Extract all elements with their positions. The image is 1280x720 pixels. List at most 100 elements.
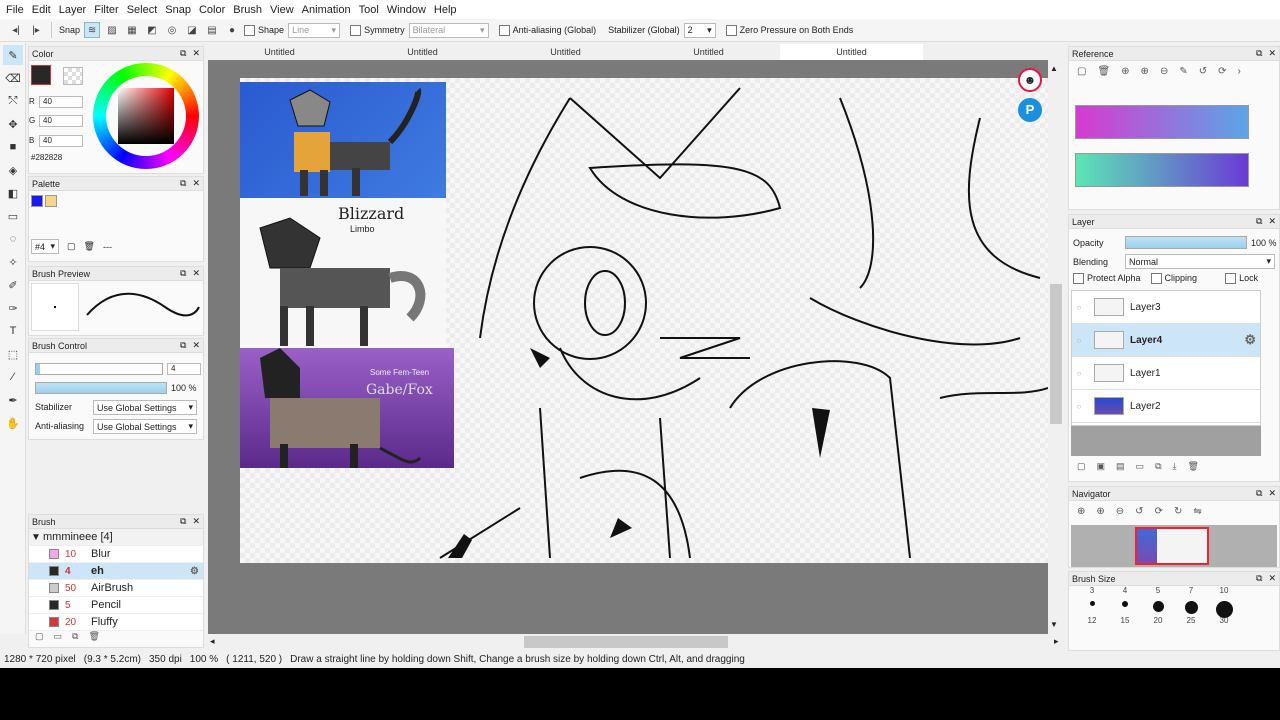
brush-size-4[interactable]: 4 xyxy=(1112,586,1138,609)
menu-layer[interactable]: Layer xyxy=(55,4,91,16)
float-icon[interactable]: ⧉ xyxy=(180,516,186,527)
new-palette-icon[interactable]: ▢ xyxy=(67,241,76,252)
visibility-icon[interactable]: ○ xyxy=(1072,303,1086,312)
navigator-viewport[interactable] xyxy=(1135,527,1209,565)
magic-wand-icon[interactable]: ✧ xyxy=(3,252,23,272)
menu-view[interactable]: View xyxy=(266,4,298,16)
close-icon[interactable]: ✕ xyxy=(192,516,200,527)
nav-zoom-in-icon[interactable]: ⊕ xyxy=(1077,506,1085,517)
symmetry-toggle[interactable]: Symmetry xyxy=(350,24,405,36)
copy-layer-icon[interactable]: ⧉ xyxy=(1155,461,1161,472)
brush-size-15[interactable]: 15 xyxy=(1112,616,1138,625)
tab-untitled-4[interactable]: Untitled xyxy=(637,44,780,60)
brush-size-20[interactable]: 20 xyxy=(1145,616,1171,625)
brush-size-30[interactable]: 30 xyxy=(1211,616,1237,625)
background-color-swatch[interactable] xyxy=(63,67,83,85)
new-layer-icon[interactable]: ▢ xyxy=(1077,461,1086,472)
brush-size-7[interactable]: 7 xyxy=(1178,586,1204,616)
clipping-checkbox[interactable] xyxy=(1150,273,1162,285)
float-icon[interactable]: ⧉ xyxy=(180,48,186,59)
shape-toggle[interactable]: Shape xyxy=(244,24,284,36)
shape-select[interactable]: Line ▾ xyxy=(288,22,341,38)
select-rect-tool-icon[interactable]: ▭ xyxy=(3,206,23,226)
eyedropper-icon[interactable]: ✎ xyxy=(1179,66,1187,77)
new-folder-icon[interactable]: ▭ xyxy=(1136,461,1145,472)
foreground-color-swatch[interactable] xyxy=(31,65,51,85)
move-tool-icon[interactable]: ✥ xyxy=(3,114,23,134)
menu-edit[interactable]: Edit xyxy=(28,4,55,16)
protect-alpha-toggle[interactable]: Protect Alpha xyxy=(1073,273,1141,285)
menu-brush[interactable]: Brush xyxy=(229,4,266,16)
tab-untitled-5[interactable]: Untitled xyxy=(780,44,923,60)
menu-tool[interactable]: Tool xyxy=(355,4,383,16)
brush-size-field[interactable]: 4 xyxy=(167,363,201,375)
brush-size-12[interactable]: 12 xyxy=(1079,616,1105,625)
lock-toggle[interactable]: Lock xyxy=(1225,273,1258,285)
visibility-icon[interactable]: ○ xyxy=(1072,402,1086,411)
close-icon[interactable]: ✕ xyxy=(1268,573,1276,584)
float-icon[interactable]: ⧉ xyxy=(1256,488,1262,499)
brush-item[interactable]: 5 Pencil xyxy=(29,597,203,614)
avatar-icon[interactable]: ☻ xyxy=(1018,68,1042,92)
visibility-icon[interactable]: ○ xyxy=(1072,336,1086,345)
snap-radial-icon[interactable]: ◎ xyxy=(164,22,180,38)
next-arrow-icon[interactable]: |▸ xyxy=(28,22,44,38)
eyedropper-tool-icon[interactable]: ⁄ xyxy=(3,367,23,387)
layer-opacity-slider[interactable] xyxy=(1125,236,1247,249)
canvas[interactable]: Blizzard Limbo Some Fem-Teen Gabe/Fox xyxy=(240,78,1048,563)
delete-reference-icon[interactable]: 🗑 xyxy=(1097,66,1110,77)
g-field[interactable]: 40 xyxy=(39,115,83,127)
tab-untitled-1[interactable]: Untitled xyxy=(208,44,351,60)
close-icon[interactable]: ✕ xyxy=(192,178,200,189)
gear-icon[interactable]: ⚙ xyxy=(1244,332,1260,348)
r-field[interactable]: 40 xyxy=(39,96,83,108)
snap-dot-icon[interactable]: ● xyxy=(224,22,240,38)
text-tool-icon[interactable]: T xyxy=(3,321,23,341)
new-reference-icon[interactable]: ▢ xyxy=(1077,66,1086,77)
eraser-tool-icon[interactable]: ⌫ xyxy=(3,68,23,88)
scroll-right-icon[interactable]: ▸ xyxy=(1054,636,1059,647)
palette-swatch-blue[interactable] xyxy=(31,195,43,207)
new-layer-8bit-icon[interactable]: ▣ xyxy=(1097,461,1106,472)
zoom-in-icon[interactable]: ⊕ xyxy=(1121,66,1129,77)
pen-tool-icon[interactable]: ✎ xyxy=(3,45,23,65)
float-icon[interactable]: ⧉ xyxy=(180,268,186,279)
brush-size-3[interactable]: 3 xyxy=(1079,586,1105,608)
palette-menu[interactable]: --- xyxy=(103,242,112,252)
bucket-tool-icon[interactable]: ◈ xyxy=(3,160,23,180)
nav-zoom-in2-icon[interactable]: ⊕ xyxy=(1096,506,1104,517)
nav-rotate-right-icon[interactable]: ↻ xyxy=(1174,506,1182,517)
saturation-value-square[interactable] xyxy=(118,88,174,144)
merge-layer-icon[interactable]: ⤓ xyxy=(1173,461,1177,472)
canvas-area[interactable]: Blizzard Limbo Some Fem-Teen Gabe/Fox ☻ … xyxy=(208,60,1048,634)
brush-item[interactable]: 10 Blur xyxy=(29,546,203,563)
snap-label[interactable]: Snap xyxy=(59,25,80,35)
shape-checkbox[interactable] xyxy=(244,24,256,36)
brush-item[interactable]: 20 Fluffy xyxy=(29,614,203,631)
scroll-thumb[interactable] xyxy=(1050,284,1062,424)
delete-layer-icon[interactable]: 🗑 xyxy=(1187,461,1198,472)
float-icon[interactable]: ⧉ xyxy=(1256,48,1262,59)
snap-vanish-icon[interactable]: ◪ xyxy=(184,22,200,38)
navigator-preview[interactable] xyxy=(1071,525,1277,567)
nav-rotate-left-icon[interactable]: ↺ xyxy=(1135,506,1143,517)
brush-size-5[interactable]: 5 xyxy=(1145,586,1171,614)
hue-wheel[interactable] xyxy=(93,63,199,169)
close-icon[interactable]: ✕ xyxy=(1268,488,1276,499)
layer-row[interactable]: ○ Layer1 xyxy=(1072,357,1260,390)
zoom-out-icon[interactable]: ⊖ xyxy=(1160,66,1168,77)
new-layer-1bit-icon[interactable]: ▤ xyxy=(1116,461,1125,472)
layer-row[interactable]: ○ Layer3 xyxy=(1072,291,1260,324)
select-pen-icon[interactable]: ✐ xyxy=(3,275,23,295)
lasso-tool-icon[interactable]: ⤲ xyxy=(3,91,23,111)
zero-pressure-checkbox[interactable] xyxy=(725,24,737,36)
close-icon[interactable]: ✕ xyxy=(192,48,200,59)
lasso-select-icon[interactable]: ◌ xyxy=(3,229,23,249)
layer-row[interactable]: ○ Layer4 ⚙ xyxy=(1072,324,1260,357)
hand-tool-icon[interactable]: ✋ xyxy=(3,413,23,433)
menu-file[interactable]: File xyxy=(2,4,28,16)
close-icon[interactable]: ✕ xyxy=(192,268,200,279)
tab-untitled-3[interactable]: Untitled xyxy=(494,44,637,60)
nav-reset-icon[interactable]: ⟳ xyxy=(1155,506,1163,517)
close-icon[interactable]: ✕ xyxy=(1268,216,1276,227)
